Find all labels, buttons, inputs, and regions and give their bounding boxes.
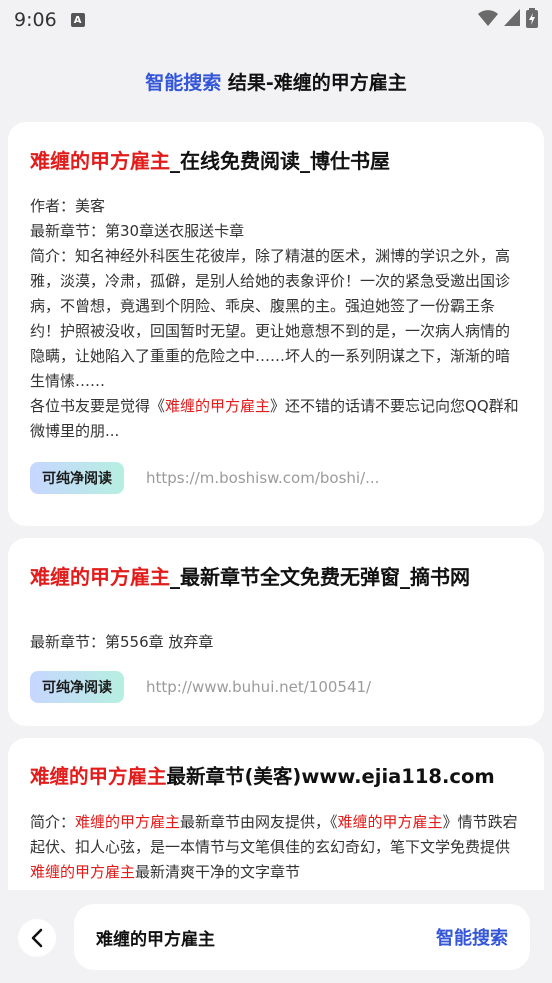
- results-list[interactable]: 难缠的甲方雇主_在线免费阅读_博仕书屋 作者：美客 最新章节：第30章送衣服送卡…: [0, 120, 552, 890]
- pure-read-button[interactable]: 可纯净阅读: [30, 671, 124, 703]
- page-title-rest: 结果-难缠的甲方雇主: [221, 72, 407, 94]
- result-card[interactable]: 难缠的甲方雇主_在线免费阅读_博仕书屋 作者：美客 最新章节：第30章送衣服送卡…: [8, 122, 544, 526]
- result-title-rest: 最新章节(美客)www.ejia118.com: [166, 765, 495, 788]
- chevron-left-icon: [31, 928, 43, 948]
- search-query[interactable]: 难缠的甲方雇主: [96, 925, 436, 950]
- result-summary: 简介：知名神经外科医生花彼岸，除了精湛的医术，渊博的学识之外，高雅，淡漠，冷肃，…: [30, 247, 511, 390]
- notification-icon: A: [70, 13, 85, 27]
- result-title[interactable]: 难缠的甲方雇主_在线免费阅读_博仕书屋: [30, 146, 522, 176]
- smart-search-button[interactable]: 智能搜索: [436, 924, 508, 950]
- result-body: 最新章节：第556章 放弃章: [30, 630, 522, 655]
- result-footer: 可纯净阅读 https://m.boshisw.com/boshi/...: [30, 462, 522, 494]
- status-icons: [478, 8, 538, 28]
- signal-icon: [504, 9, 520, 26]
- result-title-highlight: 难缠的甲方雇主: [30, 765, 167, 788]
- battery-icon: [526, 8, 538, 28]
- result-title-rest: _最新章节全文免费无弹窗_摘书网: [170, 565, 470, 589]
- result-summary: 简介：难缠的甲方雇主最新章节由网友提供，《难缠的甲方雇主》情节跌宕起伏、扣人心弦…: [30, 813, 518, 881]
- search-box[interactable]: 难缠的甲方雇主 智能搜索: [74, 904, 530, 970]
- result-body: 作者：美客 最新章节：第30章送衣服送卡章 简介：知名神经外科医生花彼岸，除了精…: [30, 194, 522, 444]
- status-time: 9:06: [14, 9, 57, 31]
- result-latest-chapter: 最新章节：第30章送衣服送卡章: [30, 222, 245, 240]
- back-button[interactable]: [18, 919, 56, 957]
- result-title[interactable]: 难缠的甲方雇主_最新章节全文免费无弹窗_摘书网: [30, 562, 522, 592]
- pure-read-button[interactable]: 可纯净阅读: [30, 462, 124, 494]
- result-title-highlight: 难缠的甲方雇主: [30, 565, 170, 589]
- result-card[interactable]: 难缠的甲方雇主最新章节(美客)www.ejia118.com 简介：难缠的甲方雇…: [8, 738, 544, 890]
- result-title[interactable]: 难缠的甲方雇主最新章节(美客)www.ejia118.com: [30, 762, 522, 792]
- result-footer: 可纯净阅读 http://www.buhui.net/100541/: [30, 671, 522, 703]
- result-title-highlight: 难缠的甲方雇主: [30, 149, 170, 173]
- result-title-rest: _在线免费阅读_博仕书屋: [170, 149, 390, 173]
- result-author: 作者：美客: [30, 197, 106, 215]
- page-title-accent: 智能搜索: [145, 72, 222, 94]
- result-url[interactable]: http://www.buhui.net/100541/: [146, 678, 371, 696]
- result-note: 各位书友要是觉得《难缠的甲方雇主》还不错的话请不要忘记向您QQ群和微博里的朋..…: [30, 397, 519, 440]
- result-latest-chapter: 最新章节：第556章 放弃章: [30, 633, 214, 651]
- bottom-bar: 难缠的甲方雇主 智能搜索: [0, 890, 552, 983]
- result-card[interactable]: 难缠的甲方雇主_最新章节全文免费无弹窗_摘书网 最新章节：第556章 放弃章 可…: [8, 538, 544, 726]
- status-bar: 9:06 A: [0, 0, 552, 40]
- page-title: 智能搜索 结果-难缠的甲方雇主: [0, 68, 552, 95]
- wifi-icon: [478, 10, 498, 26]
- result-url[interactable]: https://m.boshisw.com/boshi/...: [146, 469, 379, 487]
